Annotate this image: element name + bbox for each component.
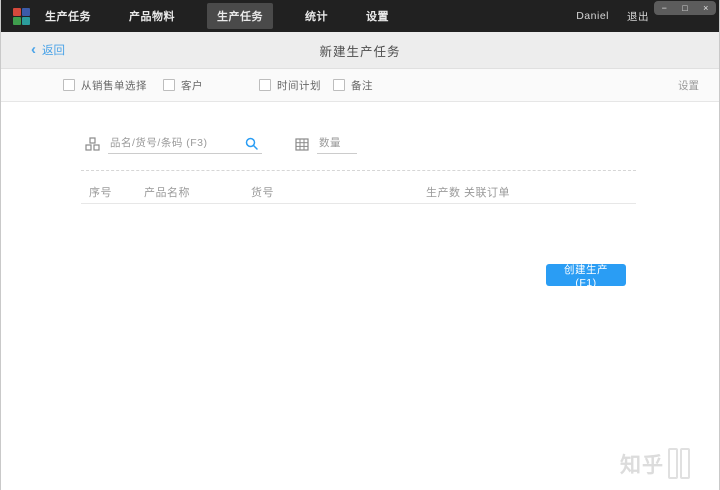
logo-square-red: [13, 7, 21, 16]
menu-item-product-materials[interactable]: 产品物料: [123, 4, 181, 28]
checkbox-group-remarks: 备注: [333, 78, 373, 93]
logo-square-teal: [22, 16, 30, 25]
col-header-related-order: 关联订单: [464, 187, 510, 199]
grid-icon: [295, 137, 309, 151]
back-button[interactable]: ‹ 返回: [31, 42, 65, 58]
checkbox-group-from-sales-order: 从销售单选择: [63, 78, 147, 93]
chevron-left-icon: ‹: [31, 40, 36, 58]
checkbox-group-time-plan: 时间计划: [259, 78, 321, 93]
checkbox-label: 客户: [181, 79, 203, 92]
checkbox-time-plan[interactable]: [259, 79, 271, 91]
window-controls: − □ ×: [654, 1, 716, 15]
page-title: 新建生产任务: [319, 44, 401, 59]
checkbox-label: 时间计划: [277, 79, 321, 92]
col-header-production-qty: 生产数: [426, 187, 461, 199]
checkbox-label: 从销售单选择: [81, 79, 147, 92]
options-bar: 从销售单选择 客户 时间计划 备注 设置: [1, 69, 719, 102]
app-logo-icon: [13, 7, 30, 25]
maximize-button[interactable]: □: [682, 3, 687, 13]
table-header-underline: [81, 203, 636, 204]
subheader: ‹ 返回 新建生产任务: [1, 32, 719, 69]
app-window: 生产任务 产品物料 生产任务 统计 设置 Daniel 退出 − □ × ‹ 返…: [0, 0, 720, 490]
search-row: [85, 134, 357, 154]
close-button[interactable]: ×: [703, 3, 708, 13]
product-box-icon: [85, 137, 100, 151]
options-settings-link[interactable]: 设置: [678, 78, 699, 93]
create-production-button[interactable]: 创建生产 (F1): [546, 264, 626, 289]
minimize-button[interactable]: −: [662, 3, 667, 13]
main-content: 序号 产品名称 货号 生产数 关联订单 创建生产 (F1) 知乎: [1, 102, 719, 490]
menu-item-production-tasks[interactable]: 生产任务: [39, 4, 97, 28]
back-label: 返回: [42, 45, 65, 57]
magnifier-icon[interactable]: [245, 137, 258, 150]
titlebar: 生产任务 产品物料 生产任务 统计 设置 Daniel 退出 − □ ×: [1, 0, 719, 32]
checkbox-label: 备注: [351, 79, 373, 92]
logout-button[interactable]: 退出: [627, 9, 649, 24]
menu-item-production-tasks-active[interactable]: 生产任务: [207, 3, 273, 29]
product-search-input[interactable]: [108, 134, 262, 154]
watermark-bars-icon: [668, 448, 690, 479]
user-name[interactable]: Daniel: [576, 10, 609, 22]
quantity-input[interactable]: [317, 134, 357, 154]
col-header-product-name: 产品名称: [144, 187, 190, 199]
col-header-item-number: 货号: [251, 187, 274, 199]
menu-item-statistics[interactable]: 统计: [299, 4, 334, 28]
watermark: 知乎: [620, 448, 690, 479]
main-menu: 生产任务 产品物料 生产任务 统计 设置: [39, 0, 395, 32]
col-header-index: 序号: [89, 187, 112, 199]
titlebar-right: Daniel 退出: [576, 9, 649, 24]
checkbox-customer[interactable]: [163, 79, 175, 91]
watermark-text: 知乎: [620, 453, 664, 477]
menu-item-settings[interactable]: 设置: [360, 4, 395, 28]
dashed-separator: [81, 170, 636, 171]
product-search-field: [100, 134, 262, 154]
logo-square-blue: [22, 7, 30, 16]
checkbox-remarks[interactable]: [333, 79, 345, 91]
table-header-row: 序号 产品名称 货号 生产数 关联订单: [81, 182, 636, 202]
logo-square-green: [13, 16, 21, 25]
checkbox-group-customer: 客户: [163, 78, 203, 93]
quantity-field: [295, 134, 357, 154]
checkbox-from-sales-order[interactable]: [63, 79, 75, 91]
